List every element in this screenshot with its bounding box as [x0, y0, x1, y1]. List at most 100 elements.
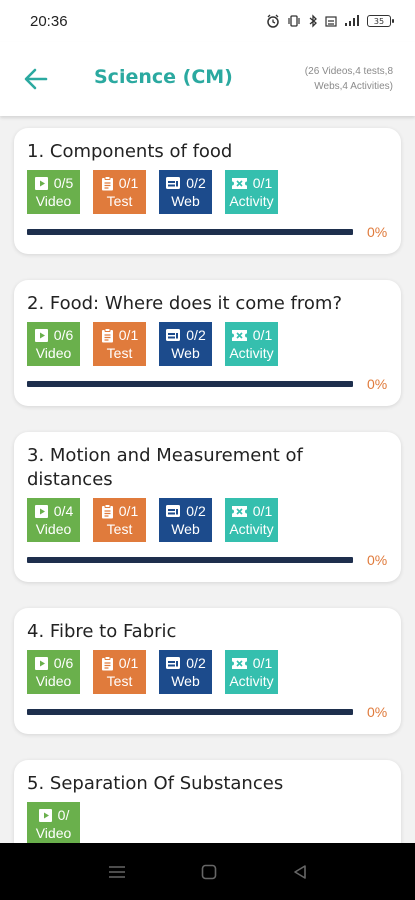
arrow-left-icon [24, 68, 48, 90]
web-count: 0/2 [186, 503, 206, 519]
progress-row: 0% [27, 552, 388, 568]
video-badge[interactable]: 0/4 Video [27, 498, 80, 542]
progress-bar [27, 557, 353, 563]
web-badge[interactable]: 0/2 Web [159, 650, 212, 694]
content-badges: 0/5 Video 0/1 Test 0/2 Web 0/1 Activity [27, 170, 388, 214]
browser-icon [166, 657, 181, 669]
status-time: 20:36 [30, 12, 68, 30]
activity-badge[interactable]: 0/1 Activity [225, 650, 278, 694]
web-count: 0/2 [186, 655, 206, 671]
progress-row: 0% [27, 224, 388, 240]
ticket-icon [231, 329, 247, 341]
activity-badge[interactable]: 0/1 Activity [225, 170, 278, 214]
progress-bar [27, 381, 353, 387]
progress-percent: 0% [367, 552, 388, 568]
progress-percent: 0% [367, 376, 388, 392]
web-label: Web [171, 521, 200, 537]
clipboard-icon [101, 327, 113, 342]
progress-percent: 0% [367, 224, 388, 240]
video-count: 0/5 [53, 175, 74, 191]
video-count: 0/ [57, 807, 70, 823]
content-summary: (26 Videos,4 tests,8 Webs,4 Activities) [253, 64, 393, 94]
summary-line-2: Webs,4 Activities) [314, 81, 393, 92]
test-count: 0/1 [118, 175, 139, 191]
test-badge[interactable]: 0/1 Test [93, 170, 146, 214]
chapter-title: 2. Food: Where does it come from? [27, 293, 342, 314]
activity-label: Activity [229, 345, 274, 361]
ticket-icon [231, 657, 247, 669]
web-badge[interactable]: 0/2 Web [159, 498, 212, 542]
video-badge[interactable]: 0/5 Video [27, 170, 80, 214]
chapter-card[interactable]: 5. Separation Of Substances 0/ Video [14, 760, 401, 843]
chapter-card[interactable]: 4. Fibre to Fabric 0/6 Video 0/1 Test 0/… [14, 608, 401, 734]
activity-count: 0/1 [252, 503, 273, 519]
chapter-title: 1. Components of food [27, 141, 233, 162]
play-box-icon [34, 176, 48, 190]
progress-row: 0% [27, 376, 388, 392]
clipboard-icon [101, 503, 113, 518]
summary-line-1: (26 Videos,4 tests,8 [304, 66, 393, 77]
web-badge[interactable]: 0/2 Web [159, 170, 212, 214]
chapter-title: 5. Separation Of Substances [27, 773, 284, 794]
activity-count: 0/1 [252, 655, 273, 671]
home-square-icon[interactable] [201, 864, 217, 880]
chapter-title: 3. Motion and Measurement of distances [27, 445, 303, 490]
chapter-card[interactable]: 1. Components of food 0/5 Video 0/1 Test [14, 128, 401, 254]
activity-label: Activity [229, 193, 274, 209]
vibrate-icon [288, 15, 300, 27]
content-badges: 0/6 Video 0/1 Test 0/2 Web 0/1 Activity [27, 322, 388, 366]
menu-icon[interactable] [108, 865, 126, 879]
video-label: Video [35, 345, 72, 361]
video-badge[interactable]: 0/ Video [27, 802, 80, 843]
web-label: Web [171, 673, 200, 689]
web-badge[interactable]: 0/2 Web [159, 322, 212, 366]
test-count: 0/1 [118, 503, 139, 519]
activity-badge[interactable]: 0/1 Activity [225, 498, 278, 542]
battery-icon: 35 [367, 15, 394, 27]
test-count: 0/1 [118, 655, 139, 671]
back-button[interactable] [22, 65, 50, 93]
test-badge[interactable]: 0/1 Test [93, 650, 146, 694]
activity-label: Activity [229, 673, 274, 689]
progress-row: 0% [27, 704, 388, 720]
video-label: Video [35, 673, 72, 689]
video-count: 0/6 [53, 655, 74, 671]
video-count: 0/6 [53, 327, 74, 343]
play-box-icon [34, 328, 48, 342]
test-label: Test [106, 345, 133, 361]
web-count: 0/2 [186, 327, 206, 343]
video-label: Video [35, 193, 72, 209]
video-badge[interactable]: 0/6 Video [27, 322, 80, 366]
video-badge[interactable]: 0/6 Video [27, 650, 80, 694]
back-triangle-icon[interactable] [293, 864, 307, 880]
progress-bar [27, 229, 353, 235]
web-label: Web [171, 345, 200, 361]
status-icons: 35 [266, 14, 394, 28]
chapter-title: 4. Fibre to Fabric [27, 621, 177, 642]
browser-icon [166, 505, 181, 517]
system-nav-bar [0, 843, 415, 900]
signal-icon [325, 16, 337, 27]
activity-badge[interactable]: 0/1 Activity [225, 322, 278, 366]
ticket-icon [231, 177, 247, 189]
progress-bar [27, 709, 353, 715]
bluetooth-icon [309, 14, 317, 28]
test-badge[interactable]: 0/1 Test [93, 498, 146, 542]
alarm-icon [267, 14, 279, 28]
web-label: Web [171, 193, 200, 209]
content-badges: 0/6 Video 0/1 Test 0/2 Web 0/1 Activity [27, 650, 388, 694]
chapter-list[interactable]: 1. Components of food 0/5 Video 0/1 Test [0, 116, 415, 843]
chapter-card[interactable]: 2. Food: Where does it come from? 0/6 Vi… [14, 280, 401, 406]
test-count: 0/1 [118, 327, 139, 343]
test-label: Test [106, 673, 133, 689]
play-box-icon [34, 656, 48, 670]
video-count: 0/4 [53, 503, 74, 519]
activity-count: 0/1 [252, 327, 273, 343]
app-header: Science (CM) (26 Videos,4 tests,8 Webs,4… [0, 42, 415, 116]
play-box-icon [38, 808, 52, 822]
test-badge[interactable]: 0/1 Test [93, 322, 146, 366]
chapter-card[interactable]: 3. Motion and Measurement of distances 0… [14, 432, 401, 582]
test-label: Test [106, 521, 133, 537]
activity-label: Activity [229, 521, 274, 537]
activity-count: 0/1 [252, 175, 273, 191]
